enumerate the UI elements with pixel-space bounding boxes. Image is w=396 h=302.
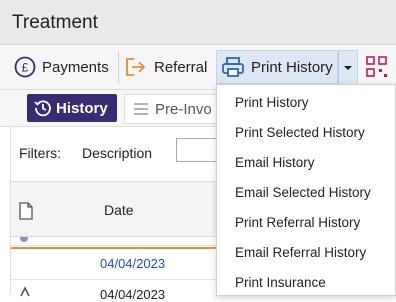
print-history-label: Print History [251,58,333,76]
pound-icon: £ [14,56,36,78]
row-icon [20,237,28,242]
tab-pre-invoice[interactable]: Pre-Invo [124,94,226,124]
title-bar: Treatment [0,0,396,45]
arrow-right-icon [126,58,146,76]
history-icon [34,100,51,117]
grid-icon [366,56,387,77]
print-history-button[interactable]: Print History [216,50,338,84]
treatment-icon [20,286,30,297]
document-icon [19,202,33,220]
svg-text:£: £ [22,61,29,75]
filters-label: Filters: [19,145,61,161]
tab-history-label: History [56,99,108,117]
print-history-menu: Print History Print Selected History Ema… [216,84,396,296]
menu-item-print-referral-history[interactable]: Print Referral History [235,215,360,230]
tab-pre-invoice-label: Pre-Invo [155,100,212,118]
row-date: 04/04/2023 [100,256,166,271]
printer-icon [222,57,244,77]
print-history-dropdown-toggle[interactable] [338,50,358,86]
payments-button[interactable]: £ Payments [14,50,109,84]
menu-item-print-history[interactable]: Print History [235,95,309,110]
menu-item-print-insurance[interactable]: Print Insurance [235,275,326,290]
menu-item-email-referral-history[interactable]: Email Referral History [235,245,366,260]
list-icon [134,103,148,115]
menu-item-email-selected-history[interactable]: Email Selected History [235,185,371,200]
more-tools-button[interactable] [366,50,394,84]
referral-label: Referral [154,58,208,76]
toolbar-divider [118,51,119,83]
payments-label: Payments [42,58,109,76]
chevron-down-icon [344,66,352,70]
row-date: 04/04/2023 [100,287,166,302]
menu-item-print-selected-history[interactable]: Print Selected History [235,125,365,140]
description-filter-label: Description [82,145,153,161]
tab-history[interactable]: History [27,94,117,122]
window-title: Treatment [12,12,98,33]
menu-item-email-history[interactable]: Email History [235,155,315,170]
referral-button[interactable]: Referral [124,50,207,84]
column-header-date[interactable]: Date [104,202,134,218]
